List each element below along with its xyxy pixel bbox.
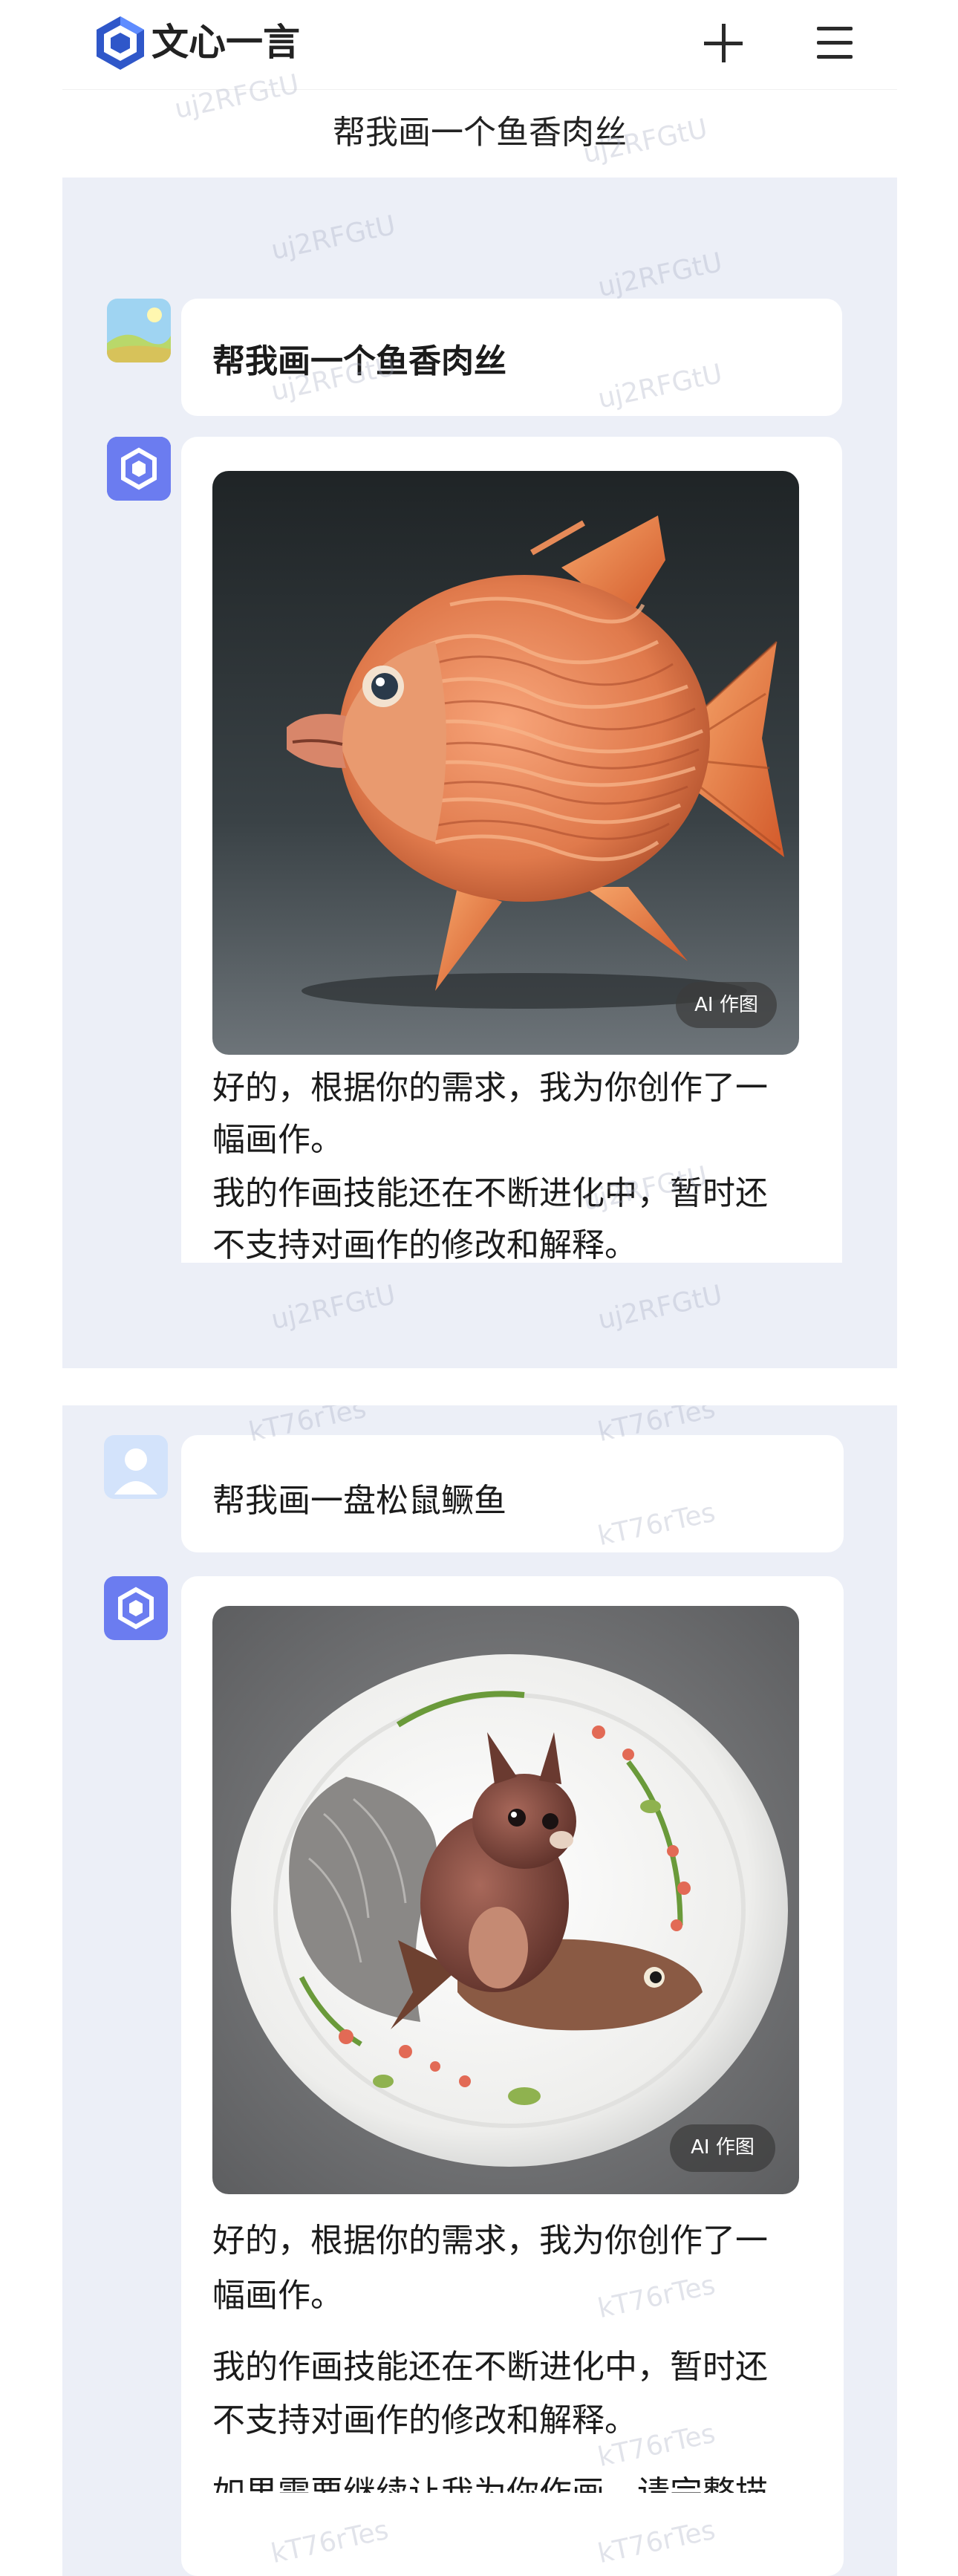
bottom-fade [62,1263,897,1368]
chat-screenshot-1: 文心一言 帮我画一个鱼香肉丝 帮我画一个鱼香肉丝 AI 作图 好的，根据你的需求… [62,0,897,1368]
ai-squirrel-fish-artwork [212,1606,799,2194]
generated-image[interactable]: AI 作图 [212,1606,799,2194]
new-chat-button[interactable] [694,13,753,73]
bot-reply-line: 不支持对画作的修改和解释。 [212,2401,637,2439]
bot-reply-line: 幅画作。 [212,1121,343,1159]
ai-fish-artwork [212,471,799,1055]
bot-reply-line: 幅画作。 [212,2277,343,2315]
user-avatar [107,299,171,362]
generated-image[interactable]: AI 作图 [212,471,799,1055]
ernie-logo-icon [97,16,144,70]
ai-image-badge: AI 作图 [670,2124,775,2172]
bot-reply-line-cut: 如果需要继续让我为你作画，请完整描 [212,2468,768,2493]
bot-reply-line: 我的作画技能还在不断进化中，暂时还 [212,1174,768,1212]
app-title: 文心一言 [151,21,300,64]
ernie-bot-icon [107,437,171,501]
bot-reply-line: 我的作画技能还在不断进化中，暂时还 [212,2348,768,2386]
ernie-bot-icon [104,1576,168,1640]
user-message-text: 帮我画一盘松鼠鳜鱼 [212,1482,506,1520]
user-message-text: 帮我画一个鱼香肉丝 [212,342,506,380]
watermark: uj2RFGtU [595,247,726,304]
chat-screenshot-2: 帮我画一盘松鼠鳜鱼 AI 作图 好的，根据你的需求，我为你创作了一 幅画作。 我… [62,1405,897,2576]
default-user-avatar-icon [104,1435,168,1499]
user-avatar [104,1435,168,1499]
watermark: uj2RFGtU [268,209,399,267]
conversation-title: 帮我画一个鱼香肉丝 [333,114,627,152]
bot-reply-line: 好的，根据你的需求，我为你创作了一 [212,1069,768,1107]
ai-image-badge: AI 作图 [676,982,777,1028]
bot-reply-line: 好的，根据你的需求，我为你创作了一 [212,2222,768,2260]
landscape-avatar-icon [107,299,171,362]
ernie-bot-avatar [107,437,171,501]
ernie-bot-avatar [104,1576,168,1640]
menu-button[interactable] [805,13,864,73]
